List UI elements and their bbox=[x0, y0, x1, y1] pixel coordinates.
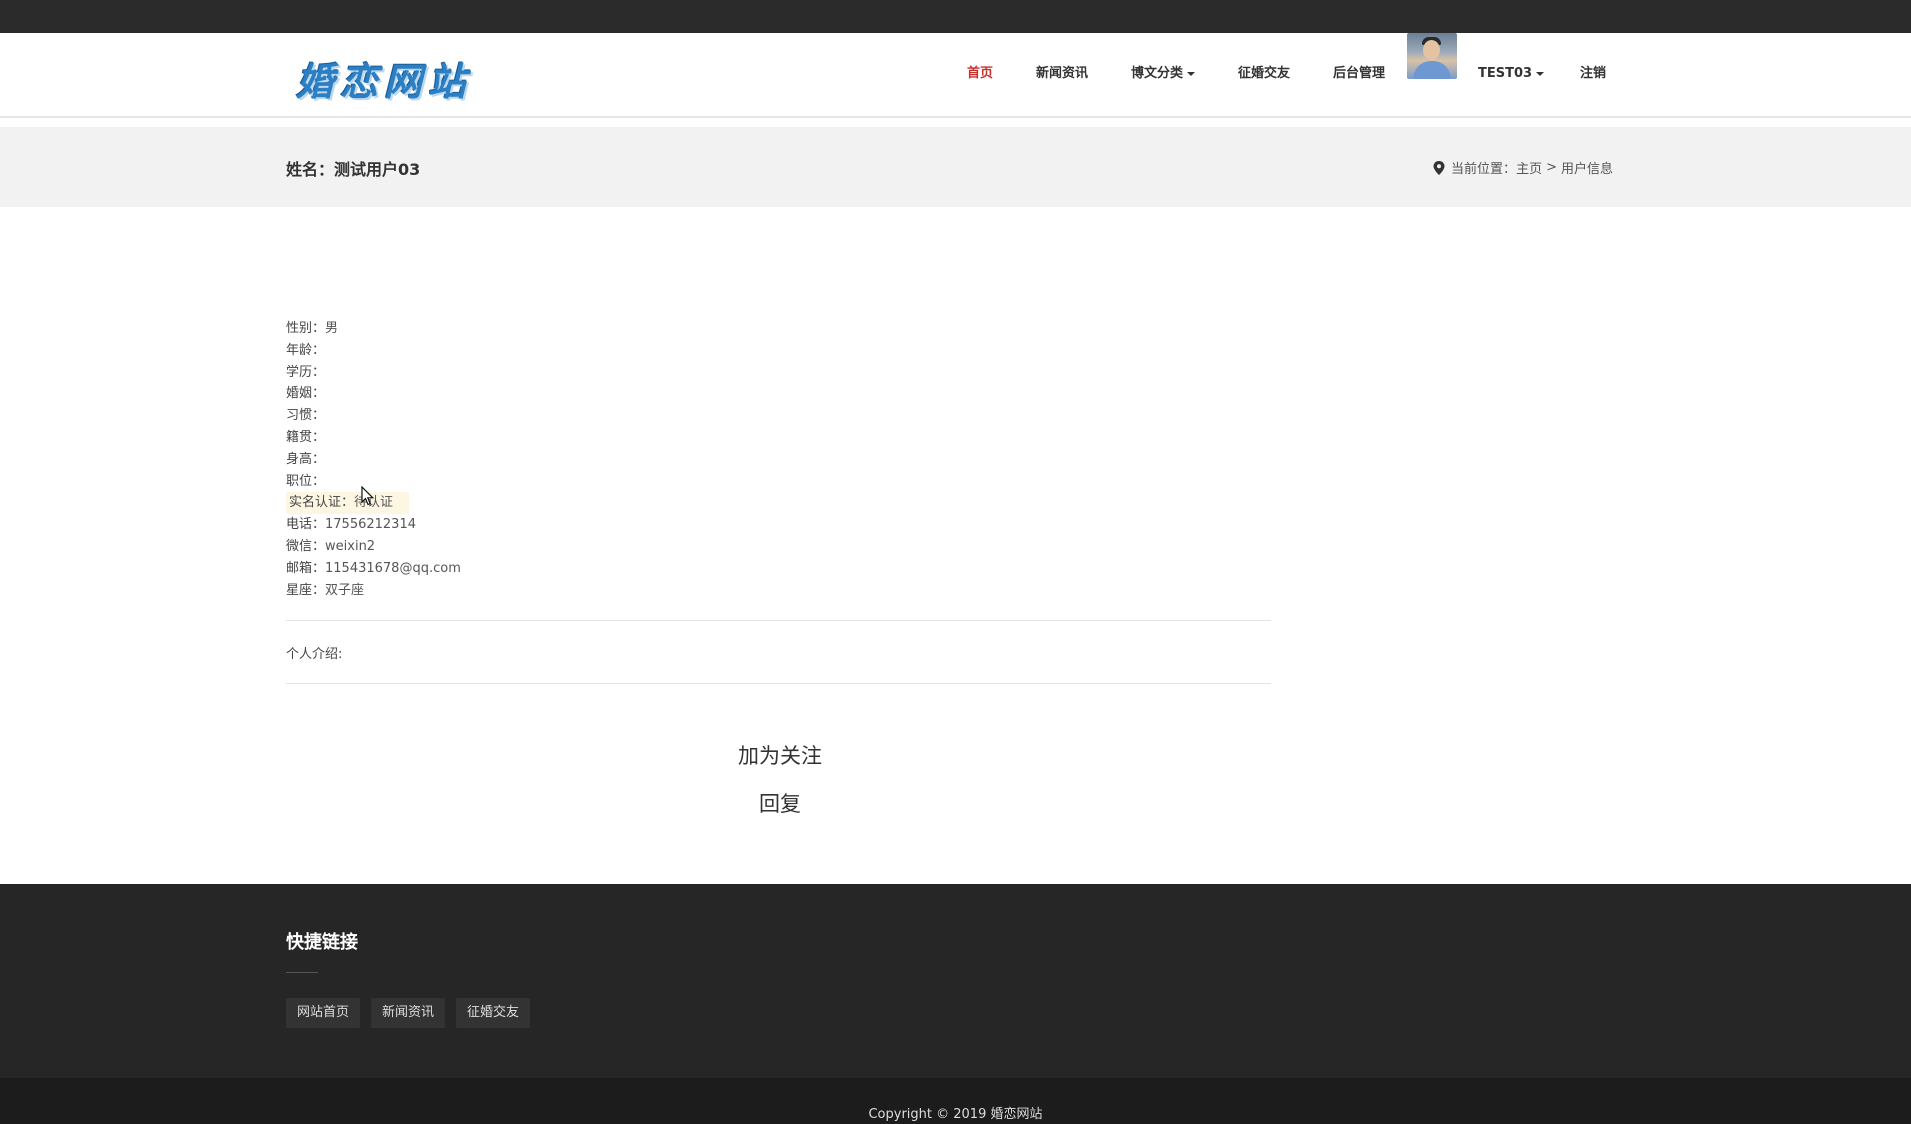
logo-text: 婚恋网站 bbox=[296, 58, 473, 104]
profile-row-habits: 习惯： bbox=[286, 405, 461, 427]
field-label: 习惯： bbox=[286, 408, 326, 424]
section-divider bbox=[286, 620, 1271, 621]
field-value: 男 bbox=[325, 321, 339, 336]
profile-info-list: 性别：男 年龄： 学历： 婚姻： 习惯： 籍贯： 身高： 职位： 实名认证：待认… bbox=[286, 318, 461, 601]
profile-row-age: 年龄： bbox=[286, 340, 461, 362]
nav-user-menu[interactable]: TEST03 bbox=[1478, 61, 1545, 87]
field-label: 微信： bbox=[286, 538, 326, 554]
field-label: 身高： bbox=[286, 451, 326, 467]
field-value: 双子座 bbox=[325, 582, 365, 598]
copyright-bar: Copyright © 2019 婚恋网站 bbox=[0, 1078, 1911, 1124]
profile-row-wechat: 微信：weixin2 bbox=[286, 536, 461, 558]
mouse-cursor-icon bbox=[361, 486, 375, 506]
profile-row-verification: 实名认证：待认证 bbox=[286, 492, 409, 515]
profile-row-email: 邮箱：115431678@qq.com bbox=[286, 558, 461, 580]
field-label: 实名认证： bbox=[289, 495, 355, 511]
field-label: 婚姻： bbox=[286, 386, 326, 402]
profile-row-zodiac: 星座：双子座 bbox=[286, 580, 461, 602]
site-logo[interactable]: 婚恋网站 bbox=[296, 53, 473, 104]
profile-row-height: 身高： bbox=[286, 449, 461, 471]
nav-logout[interactable]: 注销 bbox=[1580, 61, 1606, 87]
personal-intro-label: 个人介绍: bbox=[286, 647, 343, 662]
site-header: 婚恋网站 首页 新闻资讯 博文分类 征婚交友 后台管理 TEST03 注销 bbox=[0, 33, 1911, 118]
field-label: 籍贯： bbox=[286, 429, 326, 445]
nav-home[interactable]: 首页 bbox=[967, 61, 993, 87]
caret-down-icon bbox=[1187, 71, 1196, 76]
field-label: 职位： bbox=[286, 473, 326, 489]
profile-row-hometown: 籍贯： bbox=[286, 427, 461, 449]
field-value: 17556212314 bbox=[325, 517, 416, 533]
page-title-bar: 姓名：测试用户03 当前位置： 主页 > 用户信息 bbox=[0, 127, 1911, 207]
breadcrumb: 当前位置： 主页 > 用户信息 bbox=[1433, 158, 1613, 177]
follow-button[interactable]: 加为关注 bbox=[735, 740, 825, 770]
map-pin-icon bbox=[1433, 160, 1445, 175]
field-value: weixin2 bbox=[325, 538, 376, 554]
breadcrumb-prefix: 当前位置： bbox=[1451, 162, 1517, 177]
nav-news[interactable]: 新闻资讯 bbox=[1036, 61, 1088, 87]
profile-row-phone: 电话：17556212314 bbox=[286, 514, 461, 536]
nav-admin[interactable]: 后台管理 bbox=[1333, 61, 1385, 87]
caret-down-icon bbox=[1536, 71, 1545, 76]
footer-title: 快捷链接 bbox=[286, 932, 358, 953]
footer-quick-links: 网站首页 新闻资讯 征婚交友 bbox=[286, 998, 531, 1028]
reply-button[interactable]: 回复 bbox=[735, 788, 825, 818]
breadcrumb-home[interactable]: 主页 bbox=[1516, 158, 1542, 177]
footer-link-dating[interactable]: 征婚交友 bbox=[456, 998, 531, 1028]
footer-link-home[interactable]: 网站首页 bbox=[286, 998, 361, 1028]
nav-blog-category[interactable]: 博文分类 bbox=[1131, 61, 1196, 87]
field-value: 115431678@qq.com bbox=[325, 560, 461, 576]
field-label: 电话： bbox=[286, 517, 326, 533]
breadcrumb-separator: > bbox=[1546, 160, 1557, 175]
top-bar bbox=[0, 0, 1911, 33]
footer-title-underline bbox=[286, 972, 318, 973]
field-label: 年龄： bbox=[286, 342, 326, 358]
breadcrumb-current: 用户信息 bbox=[1560, 162, 1613, 177]
nav-blog-category-label: 博文分类 bbox=[1131, 66, 1184, 81]
profile-row-gender: 性别：男 bbox=[286, 318, 461, 340]
footer-link-news[interactable]: 新闻资讯 bbox=[371, 998, 446, 1028]
page-title: 姓名：测试用户03 bbox=[286, 160, 421, 179]
profile-row-education: 学历： bbox=[286, 362, 461, 384]
nav-user-label: TEST03 bbox=[1478, 66, 1533, 81]
nav-dating[interactable]: 征婚交友 bbox=[1238, 61, 1290, 87]
user-avatar[interactable] bbox=[1407, 33, 1457, 79]
field-label: 性别： bbox=[286, 321, 326, 336]
field-label: 星座： bbox=[286, 582, 326, 598]
field-label: 学历： bbox=[286, 364, 326, 380]
profile-row-marital: 婚姻： bbox=[286, 383, 461, 405]
field-label: 邮箱： bbox=[286, 560, 326, 576]
section-divider bbox=[286, 683, 1271, 684]
copyright-text: Copyright © 2019 婚恋网站 bbox=[868, 1107, 1043, 1122]
site-footer: 快捷链接 网站首页 新闻资讯 征婚交友 bbox=[0, 884, 1911, 1078]
